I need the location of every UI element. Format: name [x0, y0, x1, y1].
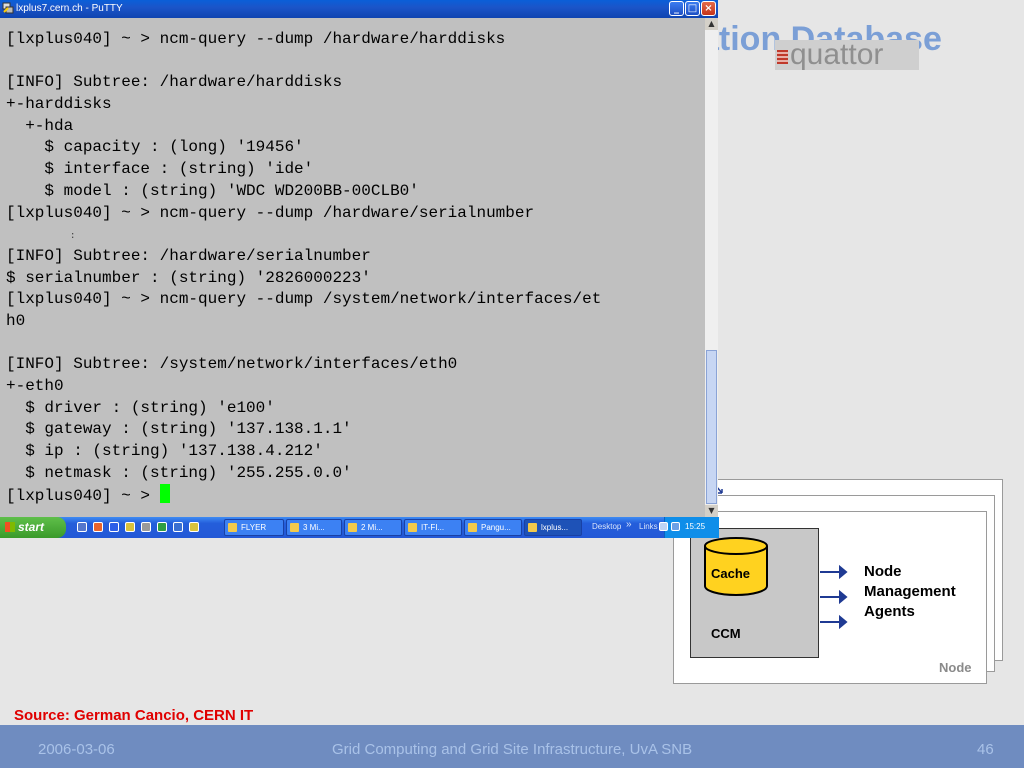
- terminal-line: [INFO] Subtree: /hardware/harddisks: [6, 73, 343, 92]
- taskbar-button[interactable]: IT-FI...: [404, 519, 462, 536]
- terminal-line: $ capacity : (long) '19456': [6, 138, 304, 157]
- terminal-line: $ interface : (string) 'ide': [6, 160, 314, 179]
- quicklaunch-putty-icon[interactable]: [141, 522, 151, 532]
- terminal-line: $ model : (string) 'WDC WD200BB-00CLB0': [6, 181, 419, 200]
- putty-icon: [2, 2, 14, 14]
- logo-text: quattor: [790, 38, 884, 71]
- scrollbar-thumb[interactable]: [706, 350, 717, 504]
- quicklaunch-settings-icon[interactable]: [173, 522, 183, 532]
- terminal-scrollbar[interactable]: ▲ ▼: [705, 18, 718, 517]
- quicklaunch-network-icon[interactable]: [157, 522, 167, 532]
- terminal-line: $ driver : (string) 'e100': [6, 398, 275, 417]
- terminal-cursor: [159, 484, 170, 504]
- terminal-line: +-hda: [6, 116, 74, 135]
- footer-title: Grid Computing and Grid Site Infrastruct…: [332, 741, 693, 758]
- tray-network-icon[interactable]: [671, 522, 680, 531]
- terminal-line: h0: [6, 311, 26, 330]
- stray-mark: :: [70, 231, 76, 241]
- window-titlebar[interactable]: lxplus7.cern.ch - PuTTY _ □ ×: [0, 0, 718, 18]
- terminal-line: [lxplus040] ~ > ncm-query --dump /hardwa…: [6, 203, 535, 222]
- terminal-line: [INFO] Subtree: /system/network/interfac…: [6, 355, 458, 374]
- terminal-area[interactable]: [lxplus040] ~ > ncm-query --dump /hardwa…: [0, 18, 705, 517]
- start-button[interactable]: start: [0, 517, 66, 538]
- terminal-line: [lxplus040] ~ > ncm-query --dump /hardwa…: [6, 30, 506, 48]
- node-label: Node: [939, 660, 972, 675]
- quicklaunch-app-icon[interactable]: [125, 522, 135, 532]
- desktop-toolbar-label[interactable]: Desktop: [592, 522, 621, 531]
- terminal-prompt: [lxplus040] ~ >: [6, 487, 160, 506]
- terminal-line: +-eth0: [6, 377, 64, 395]
- taskbar-button[interactable]: FLYER: [224, 519, 284, 536]
- tray-expand-icon[interactable]: [659, 522, 668, 531]
- windows-taskbar: start FLYER 3 Mi... 2 Mi... IT-FI... Pan…: [0, 517, 719, 538]
- source-credit: Source: German Cancio, CERN IT: [14, 707, 254, 724]
- scroll-down-arrow-icon[interactable]: ▼: [705, 505, 718, 517]
- toolbar-chevron-icon[interactable]: »: [626, 519, 632, 530]
- agents-line: Node: [864, 563, 902, 580]
- putty-window[interactable]: lxplus7.cern.ch - PuTTY _ □ × [lxplus040…: [0, 0, 718, 520]
- agents-line: Agents: [864, 603, 915, 620]
- window-title: lxplus7.cern.ch - PuTTY: [16, 3, 123, 14]
- taskbar-button[interactable]: Pangu...: [464, 519, 522, 536]
- taskbar-button[interactable]: 2 Mi...: [344, 519, 402, 536]
- quicklaunch-powerpoint-icon[interactable]: [93, 522, 103, 532]
- maximize-button[interactable]: □: [685, 1, 700, 16]
- terminal-line: $ ip : (string) '137.138.4.212': [6, 442, 323, 461]
- terminal-line: $ gateway : (string) '137.138.1.1': [6, 420, 352, 439]
- footer-page-number: 46: [977, 741, 994, 758]
- close-button[interactable]: ×: [701, 1, 716, 16]
- taskbar-button-active[interactable]: lxplus...: [524, 519, 582, 536]
- agents-line: Management: [864, 583, 956, 600]
- terminal-line: +-harddisks: [6, 95, 112, 114]
- scroll-up-arrow-icon[interactable]: ▲: [705, 18, 718, 30]
- links-toolbar-label[interactable]: Links: [639, 522, 658, 531]
- agent-arrows-icon: [820, 564, 848, 630]
- terminal-line: [lxplus040] ~ > ncm-query --dump /system…: [6, 290, 602, 309]
- terminal-output: [lxplus040] ~ > ncm-query --dump /hardwa…: [6, 29, 601, 506]
- start-label: start: [18, 520, 45, 534]
- windows-flag-icon: [5, 522, 15, 532]
- tray-clock: 15:25: [685, 522, 706, 531]
- ccm-label: CCM: [711, 626, 741, 641]
- quicklaunch-word-icon[interactable]: [109, 522, 119, 532]
- minimize-button[interactable]: _: [669, 1, 684, 16]
- terminal-line: $ netmask : (string) '255.255.0.0': [6, 463, 352, 482]
- terminal-line: [INFO] Subtree: /hardware/serialnumber: [6, 246, 371, 265]
- node-management-agents-label: Node Management Agents: [864, 562, 956, 622]
- terminal-line: $ serialnumber : (string) '2826000223': [6, 268, 371, 287]
- quicklaunch-app2-icon[interactable]: [189, 522, 199, 532]
- logo-mark-icon: [777, 50, 788, 64]
- footer-date: 2006-03-06: [38, 741, 115, 758]
- taskbar-button[interactable]: 3 Mi...: [286, 519, 342, 536]
- terminal-prompt-line[interactable]: [lxplus040] ~ >: [6, 484, 601, 506]
- quicklaunch-ie-icon[interactable]: [77, 522, 87, 532]
- cache-label: Cache: [711, 566, 751, 581]
